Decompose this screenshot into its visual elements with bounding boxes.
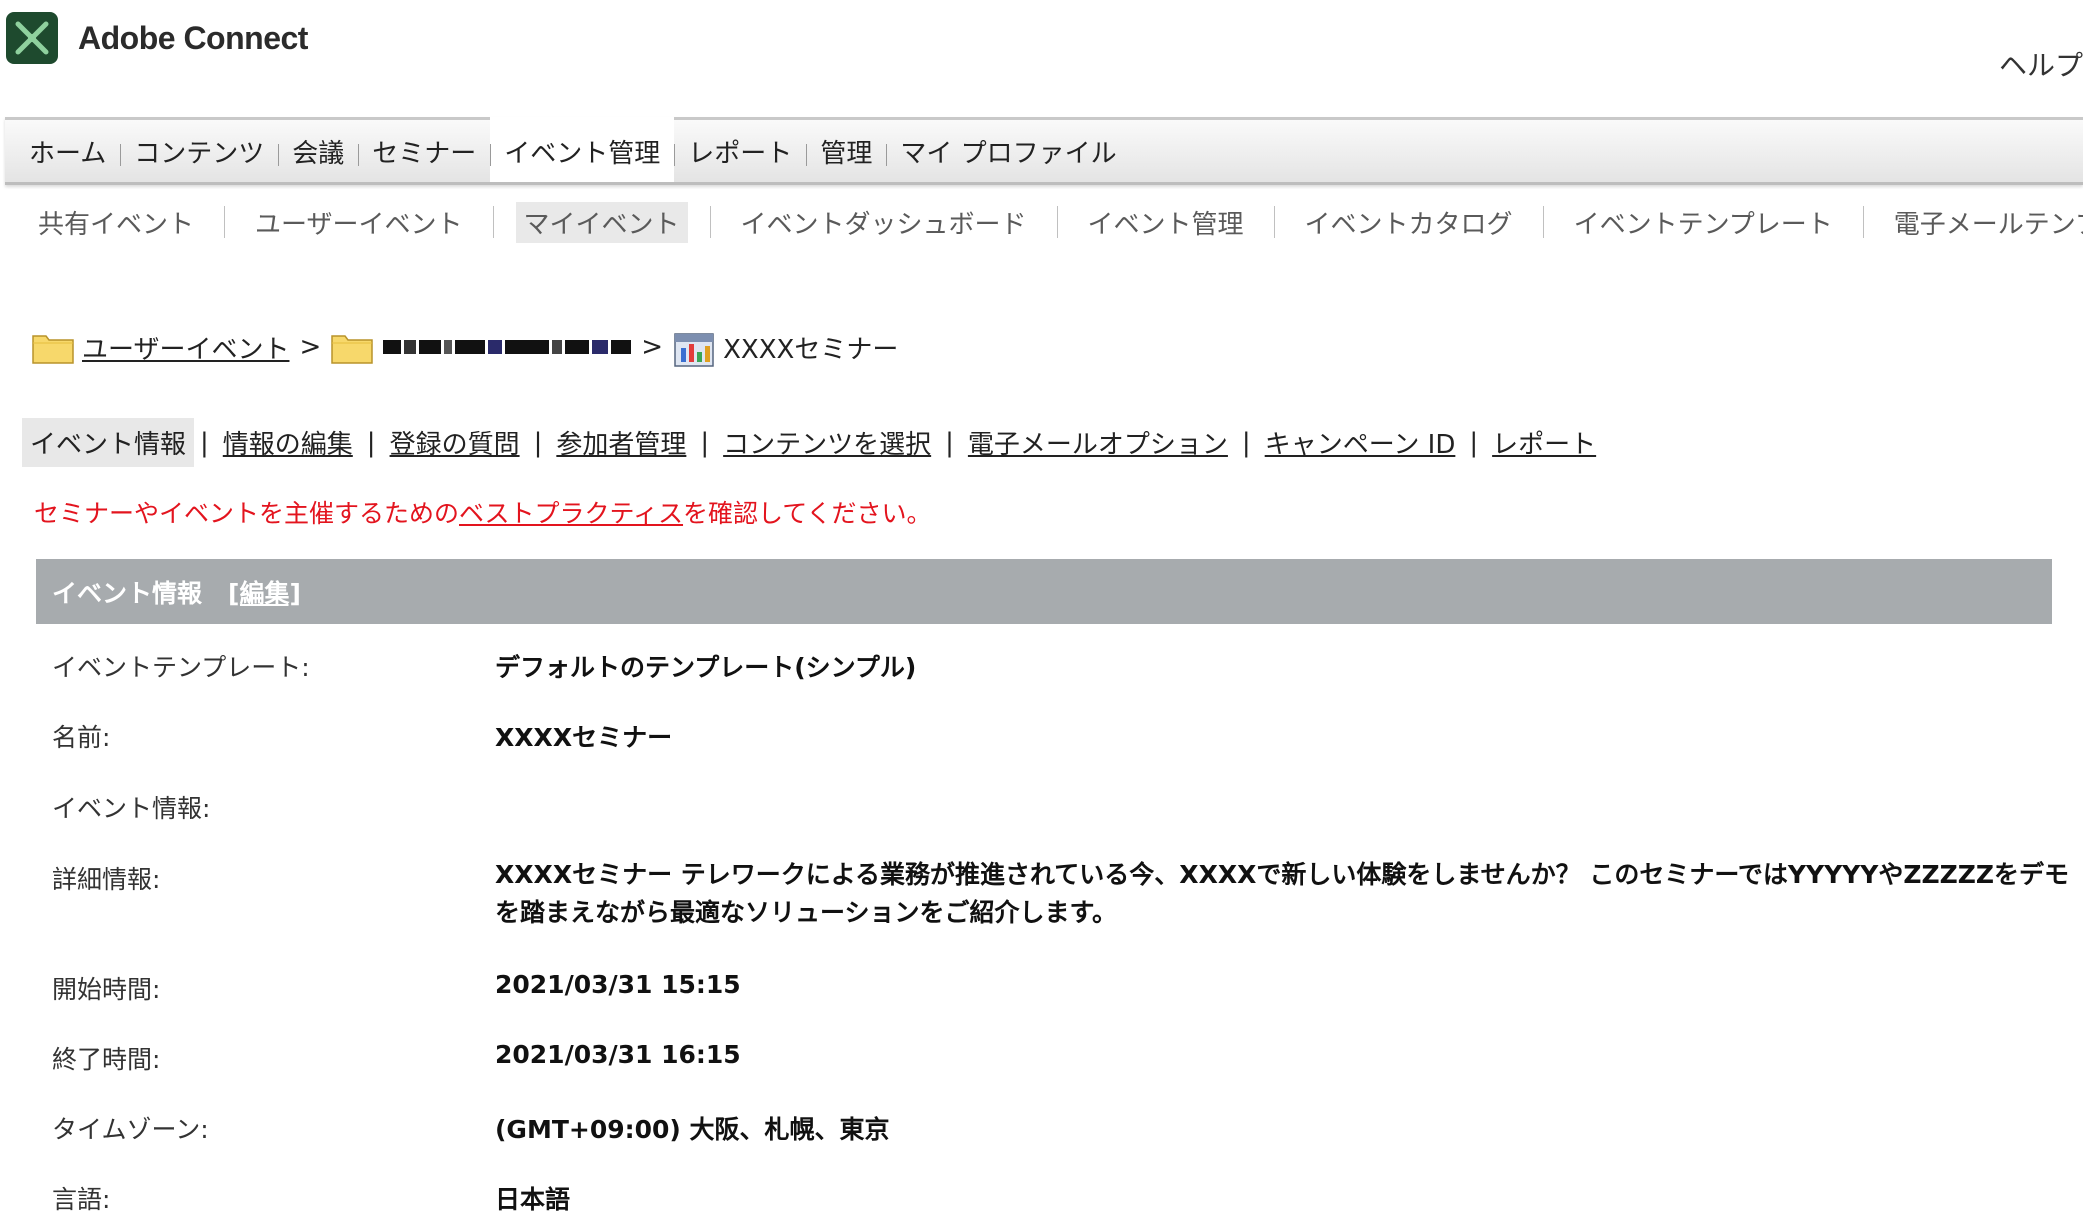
main-navigation: ホーム コンテンツ 会議 セミナー イベント管理 レポート 管理 マイ プロファ…: [5, 117, 2083, 185]
tab-edit-info[interactable]: 情報の編集: [215, 418, 361, 467]
folder-icon: [331, 335, 374, 364]
subnav-divider: [1056, 206, 1058, 238]
adobe-connect-logo-icon: [6, 12, 58, 64]
help-link[interactable]: ヘルプ: [1999, 44, 2083, 84]
tab-separator: |: [366, 427, 376, 458]
field-value: 2021/03/31 15:15: [495, 970, 741, 999]
breadcrumb-user-events[interactable]: ユーザーイベント: [82, 329, 289, 366]
breadcrumb-separator: >: [641, 332, 664, 362]
breadcrumb: ユーザーイベント > > XXXXセミナー: [32, 326, 898, 368]
field-label: 開始時間:: [52, 975, 161, 1004]
subnav-divider: [1273, 206, 1275, 238]
field-label: イベント情報:: [52, 794, 211, 823]
field-label: 言語:: [52, 1185, 111, 1214]
field-value: 2021/03/31 16:15: [495, 1040, 741, 1069]
field-label: 終了時間:: [52, 1045, 161, 1074]
field-value: (GMT+09:00) 大阪、札幌、東京: [495, 1115, 890, 1144]
nav-home[interactable]: ホーム: [15, 120, 120, 182]
nav-my-profile[interactable]: マイ プロファイル: [886, 120, 1130, 182]
tab-separator: |: [200, 427, 209, 458]
event-info-panel-header: イベント情報 [編集]: [36, 559, 2052, 624]
field-value: デフォルトのテンプレート(シンプル): [495, 653, 917, 682]
tab-registration-questions[interactable]: 登録の質問: [382, 418, 528, 467]
breadcrumb-redacted-folder[interactable]: [383, 340, 632, 354]
tab-separator: |: [1241, 427, 1251, 458]
field-label: タイムゾーン:: [52, 1115, 209, 1144]
nav-meetings[interactable]: 会議: [278, 120, 358, 182]
subnav-event-dashboard[interactable]: イベントダッシュボード: [733, 202, 1035, 243]
tab-separator: |: [533, 427, 543, 458]
panel-title: イベント情報: [52, 578, 203, 608]
event-tabs: イベント情報 | 情報の編集 | 登録の質問 | 参加者管理 | コンテンツを選…: [22, 418, 1604, 467]
nav-admin[interactable]: 管理: [806, 120, 886, 182]
subnav-divider: [224, 206, 226, 238]
subnav-event-management[interactable]: イベント管理: [1080, 202, 1252, 243]
sub-navigation: 共有イベント ユーザーイベント マイイベント イベントダッシュボード イベント管…: [30, 200, 2083, 244]
app-logo[interactable]: Adobe Connect: [6, 12, 308, 64]
subnav-divider: [492, 206, 494, 238]
tab-separator: |: [700, 427, 710, 458]
field-value: XXXXセミナー テレワークによる業務が推進されている今、XXXXで新しい体験を…: [495, 860, 2070, 927]
subnav-divider: [1542, 206, 1544, 238]
subnav-shared-events[interactable]: 共有イベント: [30, 202, 202, 243]
notice-text-before: セミナーやイベントを主催するための: [34, 499, 460, 528]
notice-text-after: を確認してください。: [683, 499, 932, 528]
tab-event-info[interactable]: イベント情報: [22, 418, 195, 467]
event-icon: [674, 333, 714, 367]
field-label: イベントテンプレート:: [52, 653, 310, 682]
subnav-divider: [709, 206, 711, 238]
field-label: 名前:: [52, 723, 111, 752]
subnav-user-events[interactable]: ユーザーイベント: [247, 202, 470, 243]
subnav-email-templates[interactable]: 電子メールテンプレー: [1886, 202, 2083, 243]
breadcrumb-current: XXXXセミナー: [723, 334, 899, 365]
tab-campaign-id[interactable]: キャンペーン ID: [1257, 418, 1464, 467]
nav-content[interactable]: コンテンツ: [120, 120, 278, 182]
app-name: Adobe Connect: [78, 19, 308, 56]
tab-reports[interactable]: レポート: [1484, 418, 1604, 467]
subnav-my-events[interactable]: マイイベント: [515, 201, 688, 243]
field-value: 日本語: [495, 1185, 571, 1214]
nav-event-management[interactable]: イベント管理: [490, 117, 675, 182]
field-label: 詳細情報:: [52, 865, 161, 894]
tab-select-content[interactable]: コンテンツを選択: [715, 418, 939, 467]
subnav-event-catalog[interactable]: イベントカタログ: [1297, 202, 1521, 243]
edit-link[interactable]: [編集]: [228, 574, 301, 610]
nav-seminars[interactable]: セミナー: [358, 120, 490, 182]
tab-separator: |: [945, 427, 954, 458]
folder-icon: [32, 335, 74, 364]
tab-separator: |: [1469, 427, 1479, 458]
nav-reports[interactable]: レポート: [674, 120, 806, 182]
best-practice-link[interactable]: ベストプラクティス: [459, 499, 683, 528]
best-practice-notice: セミナーやイベントを主催するためのベストプラクティスを確認してください。: [34, 494, 932, 530]
subnav-divider: [1862, 206, 1864, 238]
tab-attendee-management[interactable]: 参加者管理: [548, 418, 694, 467]
field-value: XXXXセミナー: [495, 723, 673, 752]
tab-email-options[interactable]: 電子メールオプション: [960, 418, 1236, 467]
subnav-event-templates[interactable]: イベントテンプレート: [1566, 202, 1841, 243]
breadcrumb-separator: >: [299, 332, 322, 362]
